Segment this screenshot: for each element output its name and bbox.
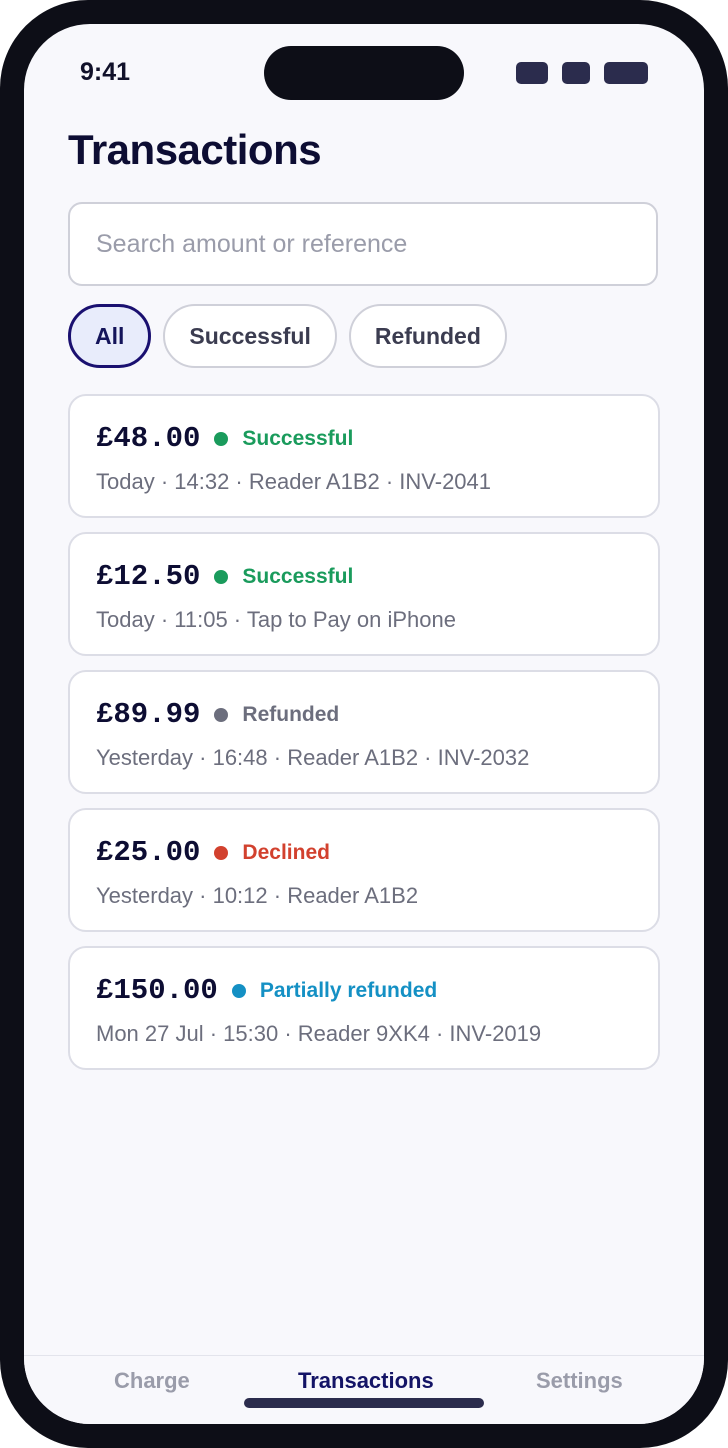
battery-icon bbox=[604, 62, 648, 84]
transaction-list: £48.00 Successful Today · 14:32 · Reader… bbox=[68, 394, 660, 1084]
signal-icon bbox=[516, 62, 548, 84]
transaction-meta: Today · 14:32 · Reader A1B2 · INV-2041 bbox=[96, 469, 492, 494]
status-dot-icon bbox=[214, 569, 229, 584]
device-frame: 9:41 Transactions All Successful Refunde… bbox=[0, 0, 728, 1448]
transaction-card[interactable]: £25.00 Declined Yesterday · 10:12 · Read… bbox=[68, 808, 660, 932]
status-label: Refunded bbox=[242, 702, 340, 726]
screen: 9:41 Transactions All Successful Refunde… bbox=[24, 24, 704, 1424]
dynamic-island bbox=[264, 46, 464, 100]
transaction-amount: £12.50 bbox=[96, 560, 201, 593]
filter-chip-refunded[interactable]: Refunded bbox=[348, 304, 507, 368]
status-label: Declined bbox=[242, 840, 330, 864]
status-dot-icon bbox=[231, 983, 246, 998]
status-label: Partially refunded bbox=[259, 978, 438, 1002]
transaction-card[interactable]: £12.50 Successful Today · 11:05 · Tap to… bbox=[68, 532, 660, 656]
home-indicator[interactable] bbox=[244, 1398, 484, 1408]
filter-chip-all[interactable]: All bbox=[68, 304, 152, 368]
tab-transactions[interactable]: Transactions bbox=[298, 1368, 434, 1394]
transaction-meta: Today · 11:05 · Tap to Pay on iPhone bbox=[96, 607, 456, 632]
transaction-card[interactable]: £89.99 Refunded Yesterday · 16:48 · Read… bbox=[68, 670, 660, 794]
transaction-meta: Mon 27 Jul · 15:30 · Reader 9XK4 · INV-2… bbox=[96, 1021, 542, 1046]
transaction-card[interactable]: £150.00 Partially refunded Mon 27 Jul · … bbox=[68, 946, 660, 1070]
transaction-card[interactable]: £48.00 Successful Today · 14:32 · Reader… bbox=[68, 394, 660, 518]
filter-chip-successful[interactable]: Successful bbox=[163, 304, 337, 368]
status-dot-icon bbox=[214, 845, 229, 860]
page-title: Transactions bbox=[68, 126, 322, 173]
tab-bar: Charge Transactions Settings bbox=[24, 1355, 704, 1424]
transaction-meta: Yesterday · 10:12 · Reader A1B2 bbox=[96, 883, 419, 908]
transaction-amount: £25.00 bbox=[96, 836, 201, 869]
transaction-amount: £48.00 bbox=[96, 422, 201, 455]
tab-charge[interactable]: Charge bbox=[114, 1368, 190, 1394]
transaction-amount: £89.99 bbox=[96, 698, 201, 731]
wifi-icon bbox=[562, 62, 590, 84]
status-label: Successful bbox=[242, 426, 354, 450]
filter-chips: All Successful Refunded bbox=[68, 304, 507, 368]
transaction-amount: £150.00 bbox=[96, 974, 218, 1007]
status-dot-icon bbox=[214, 431, 229, 446]
tab-settings[interactable]: Settings bbox=[536, 1368, 623, 1394]
status-time: 9:41 bbox=[80, 58, 131, 86]
status-icons bbox=[516, 62, 648, 84]
status-label: Successful bbox=[242, 564, 354, 588]
transaction-meta: Yesterday · 16:48 · Reader A1B2 · INV-20… bbox=[96, 745, 530, 770]
status-dot-icon bbox=[214, 707, 229, 722]
search-input[interactable] bbox=[68, 202, 658, 286]
